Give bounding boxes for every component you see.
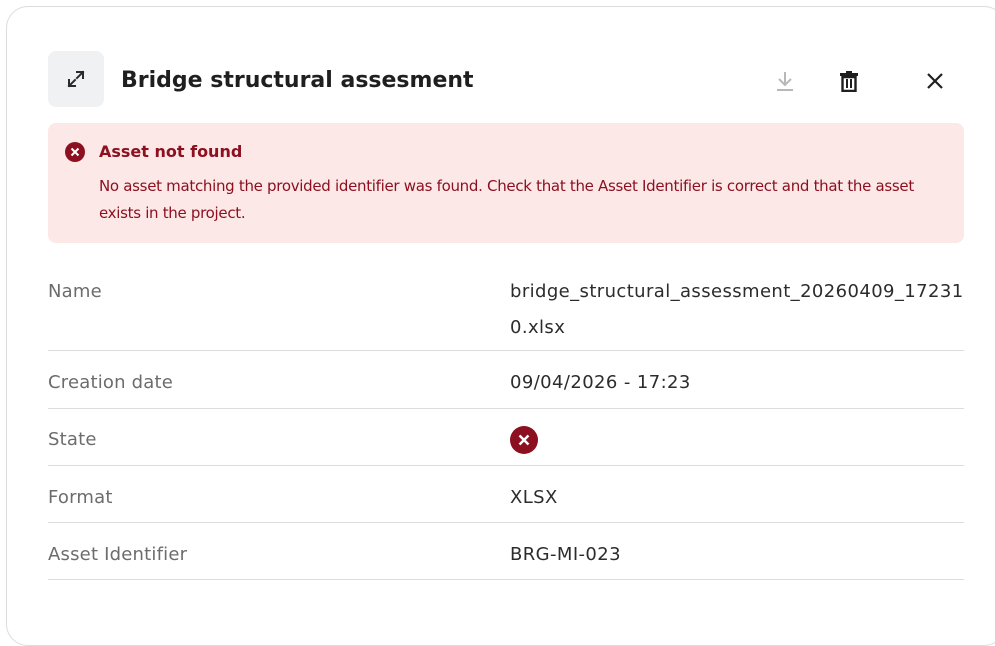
name-label: Name (48, 281, 102, 302)
download-icon (777, 72, 793, 91)
download-button[interactable] (770, 66, 800, 96)
trash-icon (840, 71, 858, 92)
expand-button[interactable] (48, 51, 104, 107)
creation-date-value: 09/04/2026 - 17:23 (510, 372, 691, 393)
error-alert: Asset not found No asset matching the pr… (48, 123, 964, 243)
detail-row-creation-date: Creation date 09/04/2026 - 17:23 (48, 351, 964, 409)
expand-arrows-icon (67, 70, 85, 88)
name-value: bridge_structural_assessment_20260409_17… (510, 281, 964, 338)
format-value: XLSX (510, 487, 558, 508)
detail-row-format: Format XLSX (48, 466, 964, 523)
state-label: State (48, 429, 97, 450)
close-button[interactable] (920, 66, 950, 96)
panel-title: Bridge structural assesment (121, 68, 474, 93)
detail-row-asset-identifier: Asset Identifier BRG-MI-023 (48, 523, 964, 580)
creation-date-label: Creation date (48, 372, 174, 393)
detail-row-name: Name bridge_structural_assessment_202604… (48, 262, 964, 351)
alert-message: No asset matching the provided identifie… (99, 177, 914, 222)
error-circle-icon (65, 142, 85, 162)
asset-identifier-value: BRG-MI-023 (510, 544, 621, 565)
detail-row-state: State (48, 409, 964, 466)
alert-title: Asset not found (99, 142, 243, 161)
delete-button[interactable] (834, 66, 864, 96)
close-icon (927, 73, 943, 89)
error-circle-icon (510, 426, 538, 454)
format-label: Format (48, 487, 113, 508)
asset-identifier-label: Asset Identifier (48, 544, 188, 565)
